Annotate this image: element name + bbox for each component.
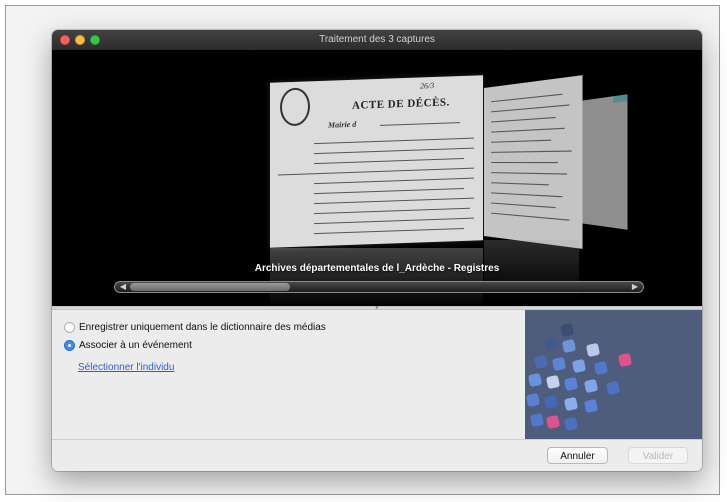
document-subheading: Mairie d bbox=[328, 119, 357, 130]
radio-dictionary-option[interactable]: Enregistrer uniquement dans le dictionna… bbox=[64, 322, 326, 333]
validate-button[interactable]: Valider bbox=[628, 447, 688, 464]
scroll-left-icon[interactable]: ◀ bbox=[116, 282, 130, 292]
decorative-artwork bbox=[525, 310, 702, 439]
window-title: Traitement des 3 captures bbox=[319, 34, 435, 45]
scrollbar-thumb[interactable] bbox=[130, 283, 290, 291]
scroll-right-icon[interactable]: ▶ bbox=[628, 282, 642, 292]
capture-carousel[interactable]: 26/3 ACTE DE DÉCÈS. Mairie d Archives dé… bbox=[52, 50, 702, 306]
radio-dictionary[interactable] bbox=[64, 322, 75, 333]
select-person-link[interactable]: Sélectionner l'individu bbox=[78, 362, 174, 373]
carousel-scrollbar[interactable]: ◀ ▶ bbox=[114, 281, 644, 293]
radio-event-option[interactable]: Associer à un événement bbox=[64, 340, 192, 351]
document-heading: ACTE DE DÉCÈS. bbox=[352, 96, 450, 112]
title-bar: Traitement des 3 captures bbox=[52, 30, 702, 51]
radio-dictionary-label: Enregistrer uniquement dans le dictionna… bbox=[79, 322, 326, 333]
document-annotation: 26/3 bbox=[420, 80, 435, 91]
seal-image bbox=[280, 87, 310, 127]
capture-caption: Archives départementales de l_Ardèche - … bbox=[254, 263, 500, 274]
dialog-window: Traitement des 3 captures 26/3 ACTE DE D… bbox=[52, 30, 702, 471]
radio-event-label: Associer à un événement bbox=[79, 340, 192, 351]
capture-thumbnail-2[interactable] bbox=[484, 75, 583, 249]
capture-reflection bbox=[270, 248, 483, 306]
cancel-button[interactable]: Annuler bbox=[547, 447, 608, 464]
dialog-footer: Annuler Valider bbox=[52, 439, 702, 471]
capture-document-main[interactable]: 26/3 ACTE DE DÉCÈS. Mairie d bbox=[270, 75, 483, 248]
radio-event[interactable] bbox=[64, 340, 75, 351]
options-panel: Enregistrer uniquement dans le dictionna… bbox=[52, 310, 525, 439]
